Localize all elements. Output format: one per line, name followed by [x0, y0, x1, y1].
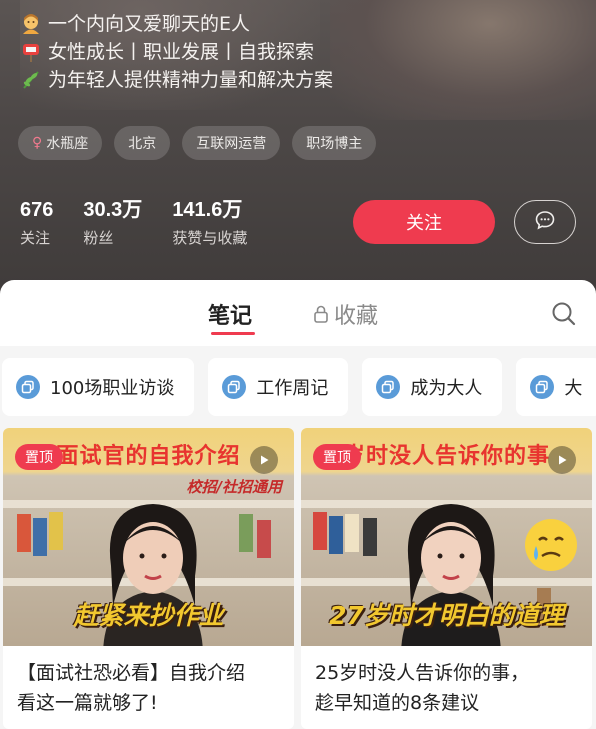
profile-bio: 一个内向又爱聊天的E人 女性成长丨职业发展丨自我探索 为年轻人提供精神力量和解决… [20, 10, 333, 94]
chip-label: 成为大人 [410, 378, 483, 399]
stat-value: 676 [20, 199, 54, 221]
stat-label: 关注 [20, 229, 51, 247]
chat-bubble-icon [534, 209, 556, 235]
lock-icon [312, 304, 330, 324]
collection-icon [222, 375, 247, 399]
note-title-line: 趁早知道的8条建议 [315, 692, 480, 714]
tag-label: 互联网运营 [196, 136, 267, 152]
tab-label: 笔记 [208, 304, 253, 329]
content-sheet: 笔记 收藏 100场职业访谈 工作周记 成为大人 大 面试官的自我介绍 校招/社… [0, 280, 596, 729]
bio-line: 一个内向又爱聊天的E人 [20, 10, 333, 38]
pinned-badge: 置顶 [15, 444, 63, 470]
collection-icon [16, 375, 40, 399]
video-play-icon [250, 446, 278, 474]
note-cover-image: 面试官的自我介绍 校招/社招通用 置顶 赶紧来抄作业 [3, 428, 294, 646]
note-title[interactable]: 【面试社恐必看】自我介绍 看这一篇就够了! [17, 658, 287, 718]
bio-line: 女性成长丨职业发展丨自我探索 [20, 38, 333, 66]
book [345, 514, 359, 552]
book [17, 514, 31, 552]
notes-grid: 面试官的自我介绍 校招/社招通用 置顶 赶紧来抄作业 【面试社恐必看】自我介绍 … [3, 428, 596, 729]
chip-collection[interactable]: 100场职业访谈 [2, 358, 195, 416]
note-card[interactable]: 岁时没人告诉你的事 置顶 27岁时才明白的道理 25岁时没人告诉你的事， 趁早知… [301, 428, 592, 729]
stat-value: 30.3万 [83, 199, 143, 221]
stat-label: 粉丝 [83, 229, 114, 247]
tag-label: 水瓶座 [46, 136, 89, 152]
bio-text: 为年轻人提供精神力量和解决方案 [48, 69, 334, 91]
herb-emoji-icon [20, 69, 42, 91]
bio-line: 为年轻人提供精神力量和解决方案 [20, 66, 333, 94]
collection-chips: 100场职业访谈 工作周记 成为大人 大 [2, 358, 596, 416]
stat-likes-and-collects[interactable]: 141.6万 获赞与收藏 [172, 197, 247, 248]
profile-tags: ♀ 水瓶座 北京 互联网运营 职场博主 [18, 126, 377, 160]
tag-label: 职场博主 [306, 136, 363, 152]
note-title[interactable]: 25岁时没人告诉你的事， 趁早知道的8条建议 [315, 658, 585, 718]
video-play-icon [548, 446, 576, 474]
chip-collection[interactable]: 大 [516, 358, 596, 416]
active-tab-indicator [211, 332, 255, 335]
stat-following[interactable]: 676 关注 [20, 197, 53, 248]
book [49, 512, 63, 550]
follow-button[interactable]: 关注 [353, 200, 495, 244]
tab-bar: 笔记 收藏 [0, 280, 596, 346]
pinned-badge: 置顶 [313, 444, 361, 470]
tag-profession[interactable]: 互联网运营 [182, 126, 281, 160]
profile-stats: 676 关注 30.3万 粉丝 141.6万 获赞与收藏 [20, 197, 247, 248]
header-background-photo [330, 0, 596, 120]
message-button[interactable] [514, 200, 576, 244]
chip-collection[interactable]: 成为大人 [362, 358, 503, 416]
crying-face-emoji-icon [525, 519, 577, 571]
tab-notes[interactable]: 笔记 [208, 298, 252, 330]
stat-value: 141.6万 [172, 199, 243, 221]
book [239, 514, 253, 552]
cover-caption: 27岁时才明白的道理 [329, 601, 564, 630]
female-icon: ♀ [32, 135, 43, 151]
note-title-line: 25岁时没人告诉你的事， [315, 662, 530, 684]
tag-blogger-type[interactable]: 职场博主 [292, 126, 377, 160]
book [257, 520, 271, 558]
collection-icon [530, 375, 555, 399]
note-card[interactable]: 面试官的自我介绍 校招/社招通用 置顶 赶紧来抄作业 【面试社恐必看】自我介绍 … [3, 428, 294, 729]
cover-caption: 赶紧来抄作业 [73, 601, 224, 630]
profile-header: 一个内向又爱聊天的E人 女性成长丨职业发展丨自我探索 为年轻人提供精神力量和解决… [0, 0, 596, 300]
cover-subline: 校招/社招通用 [186, 478, 282, 496]
book [313, 512, 327, 550]
book [33, 518, 47, 556]
book [329, 516, 343, 554]
chip-label: 工作周记 [256, 378, 329, 399]
note-cover-image: 岁时没人告诉你的事 置顶 27岁时才明白的道理 [301, 428, 592, 646]
woman-emoji-icon [20, 13, 42, 35]
chip-label: 100场职业访谈 [50, 378, 175, 399]
chip-collection[interactable]: 工作周记 [208, 358, 349, 416]
bio-text: 女性成长丨职业发展丨自我探索 [48, 41, 315, 63]
tag-label: 北京 [128, 136, 157, 152]
tag-zodiac[interactable]: ♀ 水瓶座 [18, 126, 103, 160]
stat-followers[interactable]: 30.3万 粉丝 [83, 197, 142, 248]
stat-label: 获赞与收藏 [172, 229, 248, 247]
tag-location[interactable]: 北京 [114, 126, 171, 160]
note-title-line: 看这一篇就够了! [17, 692, 158, 714]
chip-label: 大 [564, 378, 583, 399]
book [363, 518, 377, 556]
tab-label: 收藏 [334, 304, 379, 329]
mailbox-emoji-icon [20, 41, 42, 63]
note-title-line: 【面试社恐必看】自我介绍 [17, 662, 246, 684]
search-icon[interactable] [550, 300, 578, 328]
tab-collections[interactable]: 收藏 [312, 298, 378, 330]
bio-text: 一个内向又爱聊天的E人 [48, 13, 251, 35]
collection-icon [376, 375, 401, 399]
